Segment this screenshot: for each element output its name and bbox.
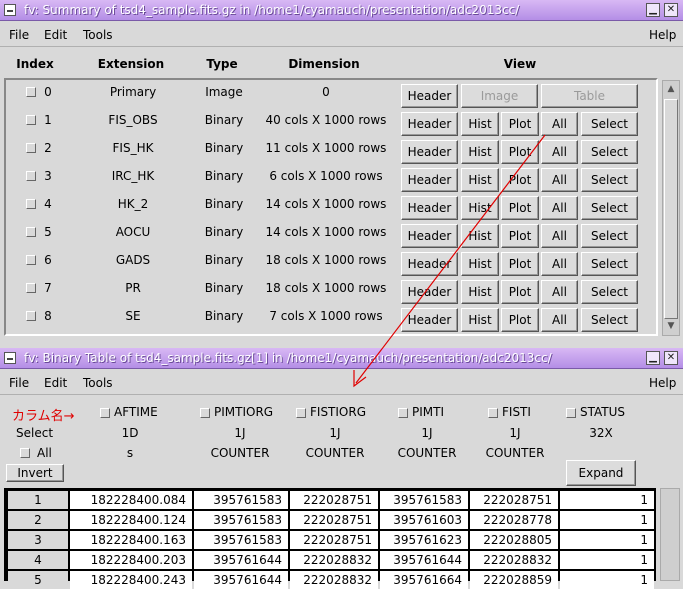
annotation-arrow <box>353 134 546 388</box>
